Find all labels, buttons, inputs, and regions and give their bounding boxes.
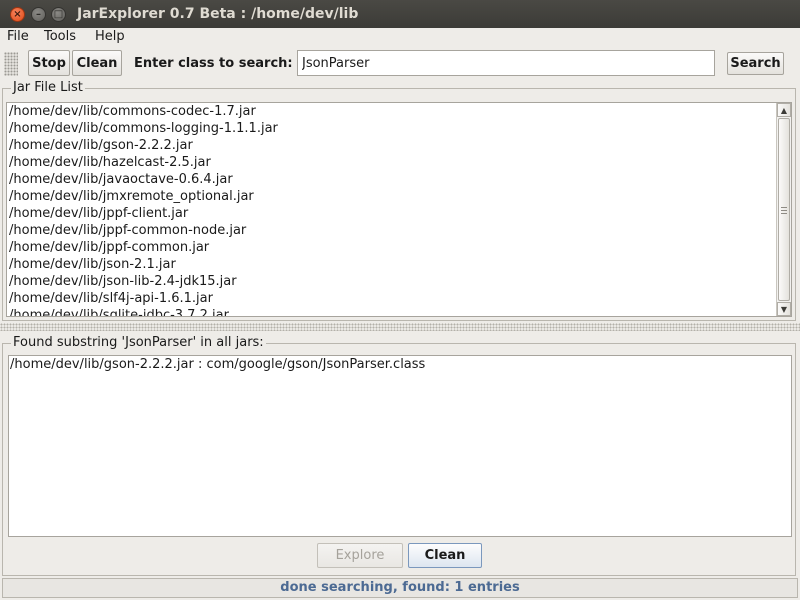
jar-list-scrollbar[interactable]: ▲ ▼ — [776, 103, 791, 316]
close-window-icon[interactable]: × — [10, 7, 25, 22]
result-list-item[interactable]: /home/dev/lib/gson-2.2.2.jar : com/googl… — [9, 356, 791, 373]
jar-list-item[interactable]: /home/dev/lib/jmxremote_optional.jar — [7, 188, 777, 205]
clean-button[interactable]: Clean — [72, 50, 122, 76]
jar-list-item[interactable]: /home/dev/lib/gson-2.2.2.jar — [7, 137, 777, 154]
jar-list-item[interactable]: /home/dev/lib/sqlite-jdbc-3.7.2.jar — [7, 307, 777, 316]
jar-list-item[interactable]: /home/dev/lib/commons-logging-1.1.1.jar — [7, 120, 777, 137]
scroll-grip-icon — [781, 207, 787, 214]
jar-list-item[interactable]: /home/dev/lib/jppf-client.jar — [7, 205, 777, 222]
toolbar: Stop Clean Enter class to search: Search — [0, 48, 800, 80]
status-bar: done searching, found: 1 entries — [2, 578, 798, 598]
search-label: Enter class to search: — [134, 56, 293, 71]
clean-results-button[interactable]: Clean — [408, 543, 482, 568]
window-title: JarExplorer 0.7 Beta : /home/dev/lib — [77, 6, 359, 22]
search-results-list[interactable]: /home/dev/lib/gson-2.2.2.jar : com/googl… — [8, 355, 792, 537]
scroll-thumb[interactable] — [778, 118, 790, 301]
title-bar[interactable]: × – □ JarExplorer 0.7 Beta : /home/dev/l… — [0, 0, 800, 28]
jar-list-item[interactable]: /home/dev/lib/json-lib-2.4-jdk15.jar — [7, 273, 777, 290]
scroll-down-icon[interactable]: ▼ — [777, 302, 791, 316]
stop-button[interactable]: Stop — [28, 50, 70, 76]
menu-file[interactable]: File — [7, 29, 29, 44]
search-input[interactable] — [297, 50, 715, 76]
menu-tools[interactable]: Tools — [44, 29, 76, 44]
menu-help[interactable]: Help — [95, 29, 125, 44]
jar-list-item[interactable]: /home/dev/lib/javaoctave-0.6.4.jar — [7, 171, 777, 188]
jar-list-item[interactable]: /home/dev/lib/jppf-common.jar — [7, 239, 777, 256]
jar-list-item[interactable]: /home/dev/lib/json-2.1.jar — [7, 256, 777, 273]
jar-file-list[interactable]: /home/dev/lib/commons-codec-1.7.jar /hom… — [6, 102, 792, 317]
search-button[interactable]: Search — [727, 52, 784, 75]
jar-list-item[interactable]: /home/dev/lib/slf4j-api-1.6.1.jar — [7, 290, 777, 307]
jar-file-list-title: Jar File List — [11, 80, 85, 95]
jar-list-items: /home/dev/lib/commons-codec-1.7.jar /hom… — [7, 103, 777, 316]
explore-button[interactable]: Explore — [317, 543, 403, 568]
jar-list-item[interactable]: /home/dev/lib/hazelcast-2.5.jar — [7, 154, 777, 171]
maximize-window-icon[interactable]: □ — [51, 7, 66, 22]
toolbar-grip-icon[interactable] — [4, 52, 18, 76]
menu-bar: File Tools Help — [0, 28, 800, 48]
minimize-window-icon[interactable]: – — [31, 7, 46, 22]
jar-list-item[interactable]: /home/dev/lib/commons-codec-1.7.jar — [7, 103, 777, 120]
split-pane-divider[interactable] — [0, 323, 800, 331]
jar-list-item[interactable]: /home/dev/lib/jppf-common-node.jar — [7, 222, 777, 239]
scroll-up-icon[interactable]: ▲ — [777, 103, 791, 117]
search-results-title: Found substring 'JsonParser' in all jars… — [11, 335, 266, 350]
